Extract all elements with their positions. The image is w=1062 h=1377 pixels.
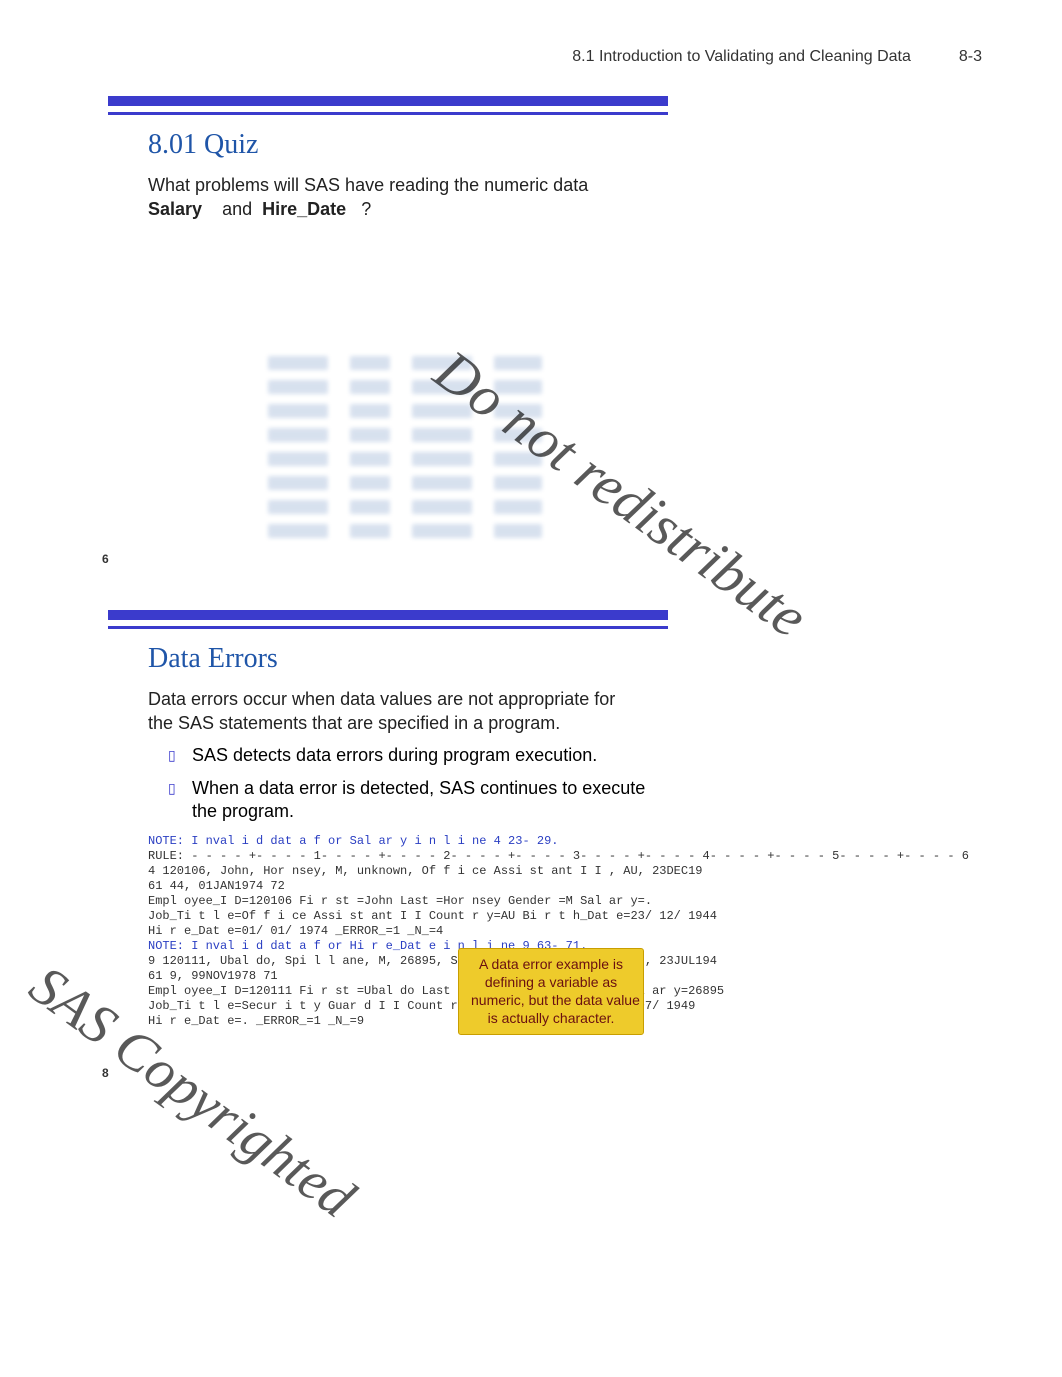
errors-paragraph: Data errors occur when data values are n… — [148, 687, 638, 736]
errors-bullet-list: ▯ SAS detects data errors during program… — [168, 744, 668, 824]
log-line: 4 120106, John, Hor nsey, M, unknown, Of… — [148, 864, 668, 879]
bullet-icon: ▯ — [168, 779, 178, 824]
quiz-title: 8.01 Quiz — [148, 129, 668, 161]
bullet-2: ▯ When a data error is detected, SAS con… — [168, 777, 668, 824]
sas-log-output: NOTE: I nval i d dat a f or Sal ar y i n… — [148, 834, 668, 1029]
errors-slide-number: 8 — [102, 1066, 109, 1080]
callout-line: is actually character. — [488, 1010, 615, 1026]
question-mark: ? — [361, 199, 371, 219]
bullet-1: ▯ SAS detects data errors during program… — [168, 744, 668, 767]
quiz-slide: 8.01 Quiz What problems will SAS have re… — [108, 96, 668, 556]
log-line: Empl oyee_I D=120106 Fi r st =John Last … — [148, 894, 668, 909]
header-section: 8.1 Introduction to Validating and Clean… — [572, 48, 911, 66]
log-line: NOTE: I nval i d dat a f or Sal ar y i n… — [148, 834, 668, 849]
page-header: 8.1 Introduction to Validating and Clean… — [572, 48, 982, 66]
quiz-slide-number: 6 — [102, 552, 109, 566]
log-line: RULE: - - - - +- - - - 1- - - - +- - - -… — [148, 849, 668, 864]
log-line: Hi r e_Dat e=01/ 01/ 1974 _ERROR_=1 _N_=… — [148, 924, 668, 939]
callout-line: numeric, but the data value — [471, 992, 640, 1008]
salary-word: Salary — [148, 199, 202, 219]
blurred-background-data — [268, 356, 608, 516]
callout-line: defining a variable as — [485, 974, 617, 990]
bullet-1-text: SAS detects data errors during program e… — [192, 744, 597, 767]
data-errors-slide: Data Errors Data errors occur when data … — [108, 610, 668, 1070]
quiz-prompt-text: What problems will SAS have reading the … — [148, 175, 588, 195]
bullet-2-text: When a data error is detected, SAS conti… — [192, 777, 668, 824]
callout-line: A data error example is — [479, 956, 623, 972]
header-page-number: 8-3 — [959, 48, 982, 66]
quiz-prompt: What problems will SAS have reading the … — [148, 173, 638, 222]
divider — [108, 626, 668, 629]
and-word: and — [222, 199, 252, 219]
divider — [108, 112, 668, 115]
log-line: Job_Ti t l e=Of f i ce Assi st ant I I C… — [148, 909, 668, 924]
bullet-icon: ▯ — [168, 746, 178, 767]
errors-title: Data Errors — [148, 643, 668, 675]
callout-box: A data error example is defining a varia… — [458, 948, 644, 1035]
log-line: 61 44, 01JAN1974 72 — [148, 879, 668, 894]
hire-date-word: Hire_Date — [262, 199, 346, 219]
